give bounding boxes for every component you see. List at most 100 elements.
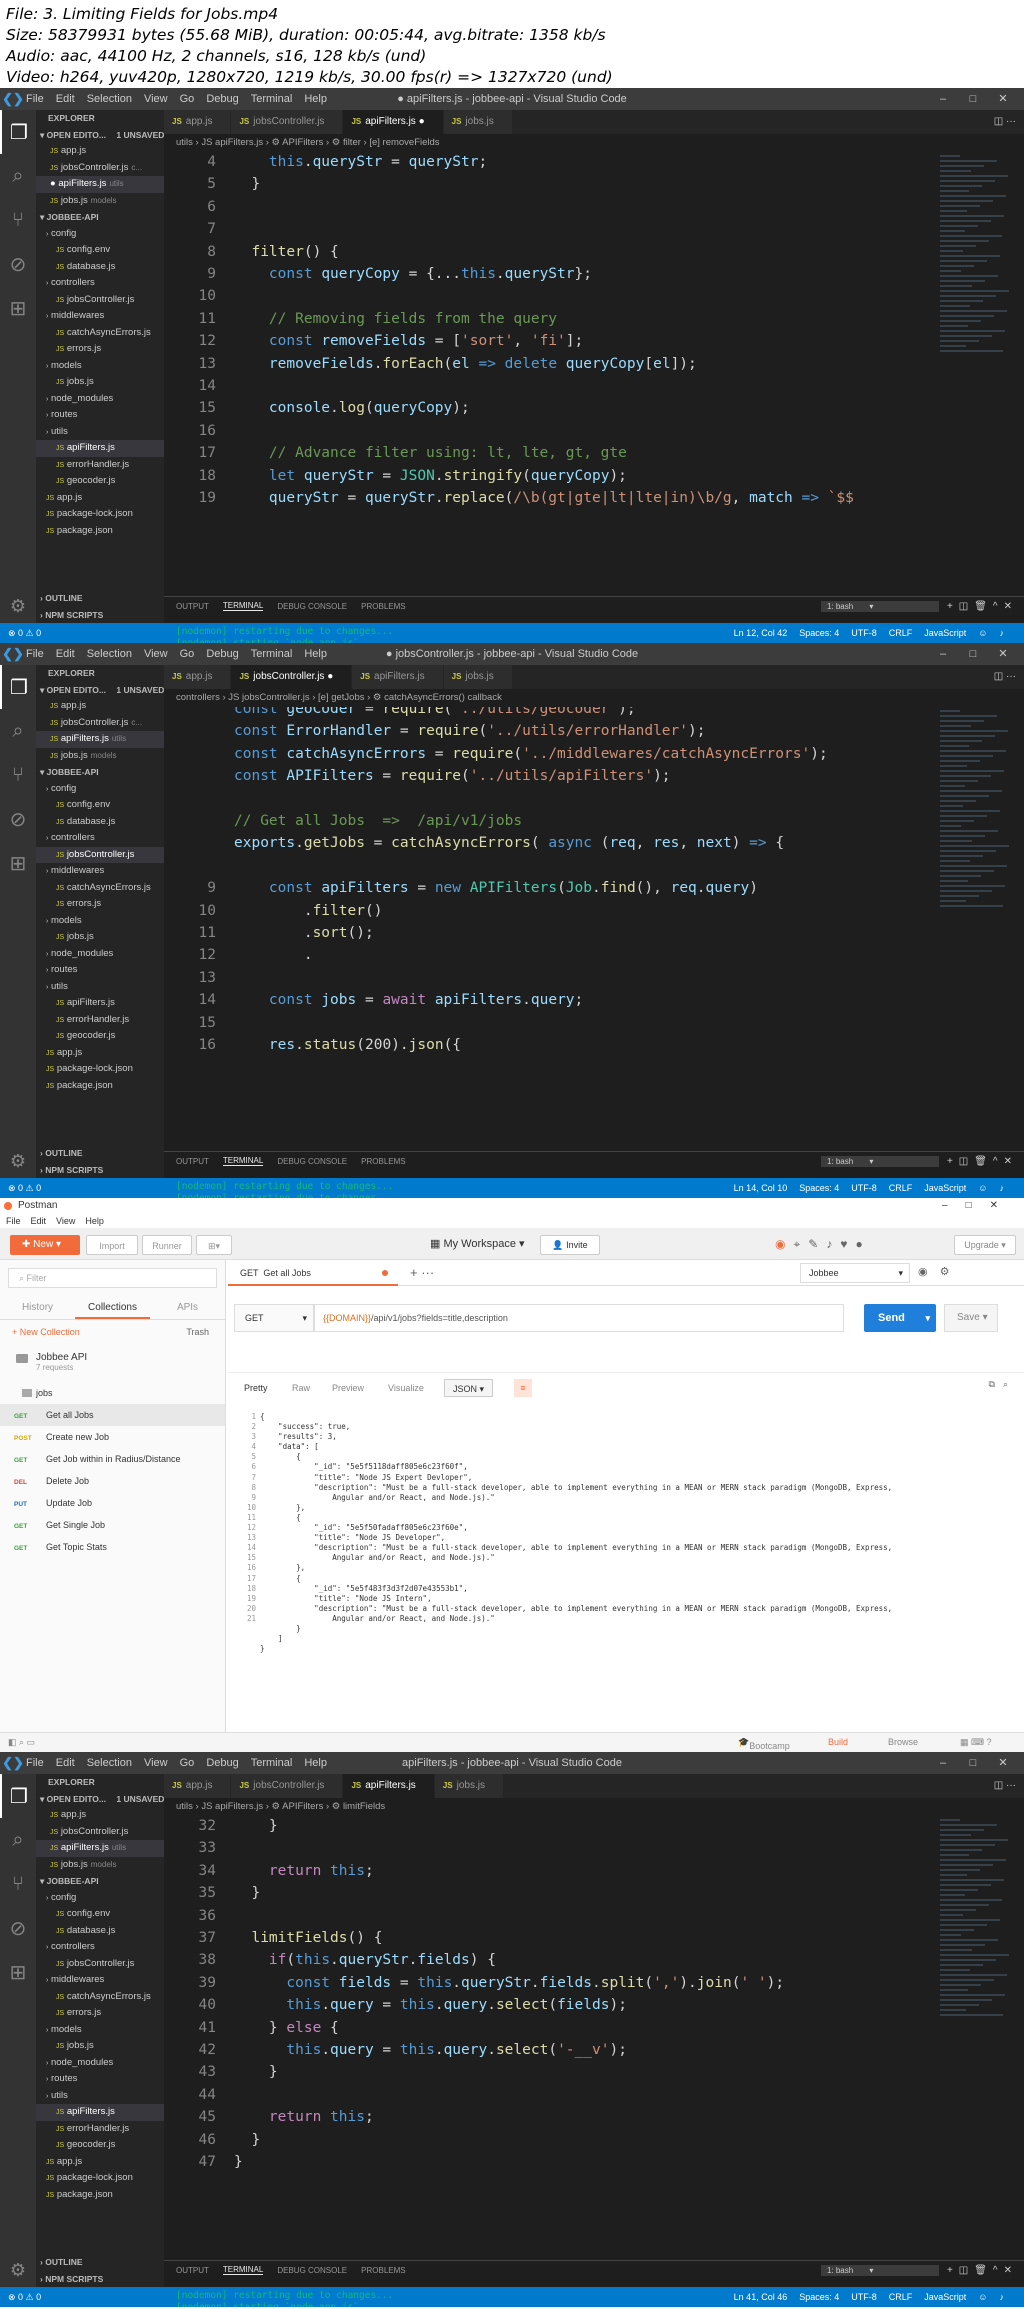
search-icon[interactable]: ⌕ [0, 1818, 36, 1862]
env-icons[interactable]: ◉⚙ [918, 1265, 961, 1278]
tree-item[interactable]: JS jobsController.js [36, 1956, 164, 1973]
collection-jobbee-api[interactable]: Jobbee API 7 requests [0, 1344, 225, 1372]
editor-tab[interactable]: JS jobsController.js [231, 1774, 344, 1798]
menu-item[interactable]: Selection [87, 93, 132, 105]
panel-tab[interactable]: OUTPUT [176, 2266, 209, 2275]
minimap[interactable] [940, 1816, 1010, 2260]
panel-tab[interactable]: TERMINAL [222, 601, 264, 611]
close-icon[interactable]: ✕ [988, 643, 1018, 665]
tree-item[interactable]: › node_modules [36, 946, 164, 963]
gear-icon[interactable]: ⚙ [0, 596, 36, 617]
editor-tab[interactable]: JS jobs.js [443, 110, 513, 134]
tab-preview[interactable]: Preview [332, 1379, 364, 1397]
menu-item[interactable]: Help [304, 93, 327, 105]
tree-item[interactable]: › utils [36, 979, 164, 996]
terminal-select[interactable]: 1: bash ▾ [820, 2264, 939, 2276]
menu-item[interactable]: Help [304, 648, 327, 660]
url-input[interactable]: {{DOMAIN}}/api/v1/jobs?fields=title,desc… [314, 1304, 844, 1332]
tree-item[interactable]: › models [36, 2022, 164, 2039]
tab-collections[interactable]: Collections [75, 1296, 150, 1319]
gear-icon[interactable]: ⚙ [940, 1266, 962, 1278]
tab-raw[interactable]: Raw [292, 1379, 310, 1397]
tree-item[interactable]: › controllers [36, 1939, 164, 1956]
tree-item[interactable]: › routes [36, 962, 164, 979]
menu-help[interactable]: Help [85, 1216, 104, 1226]
close-icon[interactable]: ✕ [988, 88, 1018, 110]
menu-item[interactable]: Debug [206, 648, 238, 660]
tree-item[interactable]: JS database.js [36, 814, 164, 831]
menu-item[interactable]: Go [180, 93, 195, 105]
project-header[interactable]: ▾ JOBBEE-API [36, 764, 164, 781]
menu-item[interactable]: Selection [87, 1757, 132, 1769]
project-header[interactable]: ▾ JOBBEE-API [36, 1873, 164, 1890]
cursor-position[interactable]: Ln 41, Col 46 [734, 2292, 788, 2302]
editor-tab[interactable]: JS apiFilters.js ● [343, 110, 444, 134]
panel-tab[interactable]: OUTPUT [176, 1157, 209, 1166]
minimap[interactable] [940, 707, 1010, 1151]
panel-tab[interactable]: DEBUG CONSOLE [277, 602, 347, 611]
maximize-icon[interactable]: □ [958, 643, 988, 665]
wrench-icon[interactable]: ✎ [808, 1237, 826, 1251]
search-icon[interactable]: ⌕ [0, 154, 36, 198]
tree-item[interactable]: JS config.env [36, 242, 164, 259]
outline-header[interactable]: › OUTLINE [36, 2254, 164, 2271]
upgrade-button[interactable]: Upgrade ▾ [954, 1235, 1016, 1255]
smiley-icon[interactable]: ☺ [978, 2292, 987, 2302]
open-editor-item[interactable]: JS jobsController.js c... [36, 160, 164, 177]
line-ending[interactable]: CRLF [889, 628, 913, 638]
npm-scripts-header[interactable]: › NPM SCRIPTS [36, 2271, 164, 2288]
tree-item[interactable]: JS package.json [36, 2187, 164, 2204]
save-button[interactable]: Save ▾ [944, 1304, 998, 1332]
tree-item[interactable]: JS jobsController.js [36, 846, 164, 863]
import-button[interactable]: Import [86, 1235, 138, 1255]
editor-tab[interactable]: JS app.js [164, 110, 232, 134]
editor-tab[interactable]: JS app.js [164, 665, 232, 689]
send-button[interactable]: Send ▾ [864, 1304, 936, 1332]
tree-item[interactable]: JS catchAsyncErrors.js [36, 1989, 164, 2006]
workspace-selector[interactable]: ▦ My Workspace ▾ [430, 1237, 525, 1250]
trash-link[interactable]: Trash [186, 1320, 209, 1344]
maximize-icon[interactable]: □ [958, 1752, 988, 1774]
tree-item[interactable]: JS errors.js [36, 2005, 164, 2022]
environment-select[interactable]: Jobbee ▾ [800, 1263, 910, 1283]
tree-item[interactable]: › node_modules [36, 2055, 164, 2072]
copy-icon[interactable]: ⧉ [989, 1379, 1003, 1389]
bell-icon[interactable]: ♪ [1000, 628, 1005, 638]
minimize-icon[interactable]: – [928, 88, 958, 110]
footer-build[interactable]: Build [828, 1737, 848, 1747]
menu-item[interactable]: View [144, 1757, 168, 1769]
close-icon[interactable]: ✕ [988, 1752, 1018, 1774]
editor-tab[interactable]: JS apiFilters.js [352, 665, 444, 689]
cursor-position[interactable]: Ln 14, Col 10 [734, 1183, 788, 1193]
split-editor-icon[interactable]: ◫ ··· [994, 1774, 1024, 1798]
tree-item[interactable]: JS jobs.js [36, 2038, 164, 2055]
terminal-icons[interactable]: +◫🗑^✕ [947, 1156, 1018, 1167]
menu-item[interactable]: File [26, 1757, 44, 1769]
encoding[interactable]: UTF-8 [851, 628, 877, 638]
request-tab-get-all-jobs[interactable]: GET Get all Jobs [228, 1260, 398, 1286]
menu-item[interactable]: Terminal [251, 93, 293, 105]
sync-icon[interactable]: ◉ [775, 1237, 793, 1251]
tree-item[interactable]: JS catchAsyncErrors.js [36, 325, 164, 342]
extensions-icon[interactable]: ⊞ [0, 1950, 36, 1994]
tree-item[interactable]: JS database.js [36, 259, 164, 276]
indentation[interactable]: Spaces: 4 [799, 2292, 839, 2302]
request-item[interactable]: GET Get Job within in Radius/Distance [0, 1448, 225, 1470]
indentation[interactable]: Spaces: 4 [799, 628, 839, 638]
menu-item[interactable]: Go [180, 1757, 195, 1769]
panel-tab[interactable]: PROBLEMS [361, 1157, 405, 1166]
code-editor[interactable]: 4 this.queryStr = queryStr; 5 } 6 7 8 filter… [164, 152, 1024, 596]
menu-item[interactable]: Edit [56, 93, 75, 105]
method-select[interactable]: GET ▾ [234, 1304, 314, 1332]
minimize-icon[interactable]: – [928, 643, 958, 665]
tab-history[interactable]: History [0, 1296, 75, 1319]
request-item[interactable]: GET Get Single Job [0, 1514, 225, 1536]
terminal-icons[interactable]: +◫🗑^✕ [947, 2265, 1018, 2276]
search-icon[interactable]: ⌕ [0, 709, 36, 753]
files-icon[interactable]: ❐ [0, 665, 36, 709]
tree-item[interactable]: JS package-lock.json [36, 506, 164, 523]
tree-item[interactable]: JS app.js [36, 1045, 164, 1062]
tree-item[interactable]: JS jobsController.js [36, 292, 164, 309]
open-editor-item[interactable]: JS app.js [36, 698, 164, 715]
format-select[interactable]: JSON ▾ [444, 1379, 494, 1397]
